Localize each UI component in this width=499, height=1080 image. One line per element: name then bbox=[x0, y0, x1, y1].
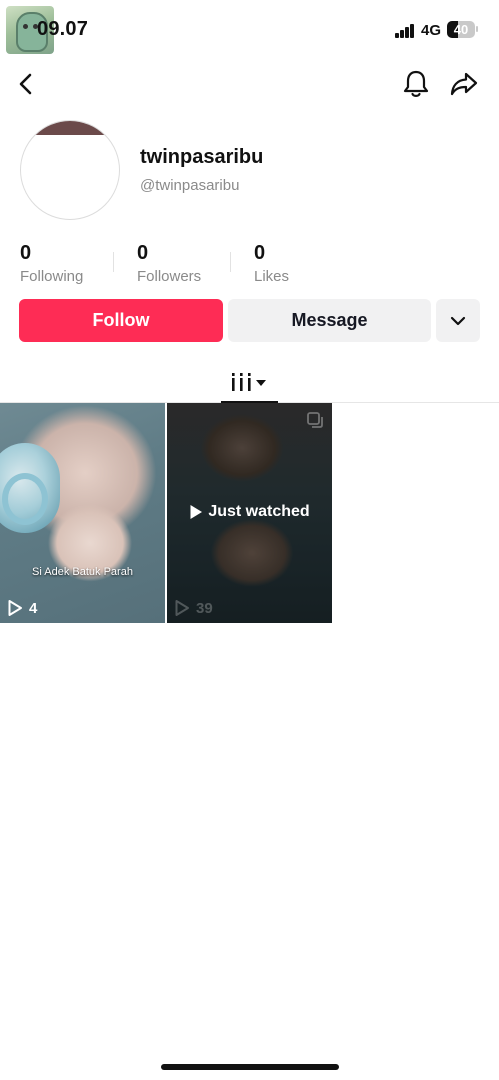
more-options-button[interactable] bbox=[436, 299, 480, 342]
video-view-count: 39 bbox=[196, 599, 213, 617]
play-icon bbox=[190, 505, 203, 519]
video-thumbnail[interactable]: Si Adek Batuk Parah 4 bbox=[0, 403, 165, 623]
status-bar: 09.07 4G 40 bbox=[0, 0, 499, 60]
battery-level: 40 bbox=[453, 22, 469, 37]
share-arrow-icon bbox=[450, 72, 478, 96]
stat-followers-count: 0 bbox=[137, 242, 149, 264]
stat-likes[interactable]: 0 Likes bbox=[254, 242, 289, 285]
notifications-button[interactable] bbox=[400, 68, 432, 100]
grid-bars-icon bbox=[232, 373, 266, 391]
profile-tab-bar bbox=[0, 362, 499, 403]
stat-following-count: 0 bbox=[20, 242, 32, 264]
message-button[interactable]: Message bbox=[228, 299, 431, 342]
stat-followers-label: Followers bbox=[137, 268, 202, 285]
just-watched-label: Just watched bbox=[208, 503, 310, 520]
stat-likes-label: Likes bbox=[254, 268, 290, 285]
tab-videos[interactable] bbox=[220, 362, 278, 402]
battery-tip bbox=[476, 26, 478, 32]
stat-followers[interactable]: 0 Followers bbox=[137, 242, 201, 285]
follow-button[interactable]: Follow bbox=[19, 299, 223, 342]
video-view-count: 4 bbox=[29, 599, 38, 617]
home-indicator[interactable] bbox=[161, 1064, 339, 1070]
profile-avatar[interactable] bbox=[20, 120, 120, 220]
multi-image-icon bbox=[306, 411, 324, 434]
profile-handle: @twinpasaribu bbox=[140, 177, 240, 194]
chevron-down-icon bbox=[450, 316, 466, 325]
stat-following[interactable]: 0 Following bbox=[20, 242, 83, 285]
thumbnail-image-detail bbox=[2, 473, 48, 525]
just-watched-badge: Just watched bbox=[167, 503, 332, 521]
video-thumbnail[interactable]: Just watched 39 bbox=[167, 403, 332, 623]
play-outline-icon bbox=[8, 600, 22, 616]
video-views: 39 bbox=[174, 599, 213, 617]
stat-likes-count: 0 bbox=[254, 242, 266, 264]
stat-divider bbox=[230, 252, 231, 272]
video-caption: Si Adek Batuk Parah bbox=[32, 566, 133, 578]
stat-following-label: Following bbox=[20, 268, 84, 285]
play-outline-icon bbox=[175, 600, 189, 616]
stat-divider bbox=[113, 252, 114, 272]
back-button[interactable] bbox=[10, 68, 42, 100]
status-time: 09.07 bbox=[37, 18, 89, 40]
video-views: 4 bbox=[7, 599, 37, 617]
bell-icon bbox=[403, 70, 429, 97]
signal-icon bbox=[395, 24, 415, 38]
network-label: 4G bbox=[421, 22, 442, 39]
chevron-left-icon bbox=[19, 73, 32, 95]
profile-display-name: twinpasaribu bbox=[140, 146, 264, 168]
share-button[interactable] bbox=[448, 68, 480, 100]
battery-icon: 40 bbox=[447, 21, 475, 38]
